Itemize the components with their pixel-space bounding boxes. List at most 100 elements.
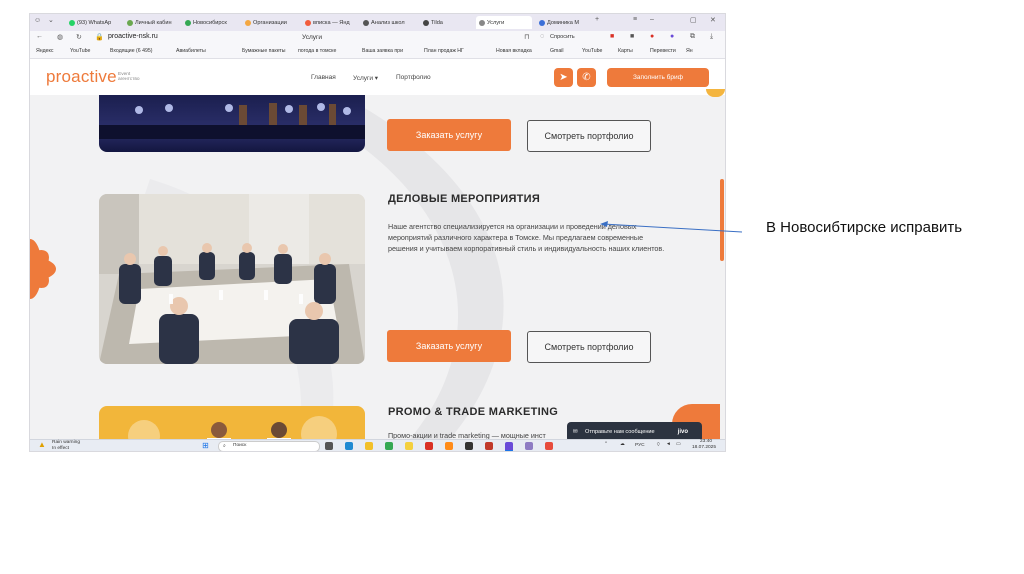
browser-tab[interactable]: вписка — Янд: [302, 16, 356, 29]
order-button-1[interactable]: Заказать услугу: [387, 119, 511, 151]
bookmark-item[interactable]: План продаж НГ: [424, 48, 464, 54]
browser-tab[interactable]: Личный кабин: [124, 16, 178, 29]
back-icon[interactable]: ←: [36, 33, 43, 40]
section-text-business: Наше агентство специализируется на орган…: [388, 222, 665, 253]
windows-start-icon[interactable]: ⊞: [202, 441, 209, 450]
ask-button[interactable]: Спросить: [550, 34, 575, 40]
tab-favicon-icon: [185, 19, 191, 26]
file-explorer-icon[interactable]: [365, 442, 373, 450]
extension-adblock-icon[interactable]: ●: [650, 33, 654, 40]
bookmark-item[interactable]: Входящие (6 495): [110, 48, 152, 54]
address-bar: ← ◍ ↻ 🔒 proactive-nsk.ru Услуги ⊓ ◌ Спро…: [30, 31, 725, 47]
tab-favicon-icon: [305, 19, 311, 26]
bookmark-item[interactable]: погода в томске: [298, 48, 336, 54]
url-field[interactable]: proactive-nsk.ru: [108, 33, 158, 40]
site-header: proactive Event агентство Главная Услуги…: [30, 59, 725, 97]
chrome-icon[interactable]: [385, 442, 393, 450]
annotation-text: В Новосибтирске исправить: [766, 219, 963, 236]
volume-icon[interactable]: ◄: [666, 442, 671, 447]
tab-favicon-icon: [539, 19, 545, 26]
section-title-promo: PROMO & TRADE MARKETING: [388, 406, 559, 418]
app-orange-icon[interactable]: [445, 442, 453, 450]
site-logo[interactable]: proactive: [46, 67, 117, 87]
scroll-indicator[interactable]: [720, 179, 724, 261]
bookmark-item[interactable]: Gmail: [550, 48, 564, 54]
browser-tab[interactable]: Услуги: [476, 16, 532, 29]
nav-services[interactable]: Услуги ▾: [353, 74, 378, 82]
lock-icon: 🔒: [95, 34, 104, 41]
nav-portfolio[interactable]: Портфолио: [396, 74, 431, 81]
app-purple-icon[interactable]: [525, 442, 533, 450]
bookmark-item[interactable]: Авиабилеты: [176, 48, 206, 54]
minimize-icon[interactable]: –: [650, 16, 654, 23]
jivo-chat-widget[interactable]: ✉ Отправьте нам сообщение jivo: [567, 422, 702, 439]
order-button-2[interactable]: Заказать услугу: [387, 330, 511, 362]
business-meeting-photo: [99, 194, 365, 364]
bookmark-icon[interactable]: ⊓: [524, 33, 529, 41]
clock-time[interactable]: 23:40: [700, 439, 712, 444]
extension-red-icon[interactable]: ■: [610, 33, 614, 40]
bookmark-item[interactable]: YouTube: [582, 48, 602, 54]
bookmark-item[interactable]: Новая вкладка: [496, 48, 532, 54]
browser-tab[interactable]: Доминика М: [536, 16, 590, 29]
browser-tab[interactable]: Организации: [242, 16, 298, 29]
tray-chevron-icon[interactable]: ⌃: [604, 442, 608, 447]
nav-home[interactable]: Главная: [311, 74, 336, 81]
app-red-icon[interactable]: [485, 442, 493, 450]
download-icon[interactable]: ⤓: [710, 33, 713, 41]
tab-label: (93) WhatsAp: [77, 19, 112, 26]
portfolio-button-1[interactable]: Смотреть портфолио: [527, 120, 651, 152]
edge-icon[interactable]: [345, 442, 353, 450]
browser-tab[interactable]: Анализ школ: [360, 16, 416, 29]
wifi-icon[interactable]: ⌔: [656, 442, 661, 448]
bookmark-item[interactable]: Ян: [686, 48, 693, 54]
language-indicator[interactable]: РУС: [635, 443, 645, 448]
bookmark-item[interactable]: Бумажные пакеты: [242, 48, 286, 54]
bookmark-item[interactable]: Перевести: [650, 48, 676, 54]
bookmark-item[interactable]: Карты: [618, 48, 633, 54]
reload-icon[interactable]: ↻: [76, 33, 82, 41]
ask-icon[interactable]: ◌: [540, 33, 544, 40]
browser-tab[interactable]: Tilda: [420, 16, 472, 29]
task-view-icon[interactable]: [325, 442, 333, 450]
portfolio-button-2[interactable]: Смотреть портфолио: [527, 331, 651, 363]
promo-photo: [99, 406, 365, 439]
browser-tab[interactable]: (93) WhatsAp: [66, 16, 120, 29]
shield-icon[interactable]: ◍: [57, 33, 63, 41]
telegram-icon[interactable]: ➤: [554, 68, 573, 87]
taskbar-search[interactable]: ⌕ Поиск: [218, 441, 320, 451]
windows-taskbar: ▲ Rain warning In effect ⊞ ⌕ Поиск ⌃ ☁ Р…: [30, 439, 725, 451]
bookmark-item[interactable]: YouTube: [70, 48, 90, 54]
yandex-browser-icon[interactable]: [425, 442, 433, 450]
extension-dark-icon[interactable]: ■: [630, 33, 634, 40]
browser-tab[interactable]: Новосибирск: [182, 16, 238, 29]
tab-favicon-icon: [245, 19, 251, 26]
whatsapp-icon[interactable]: ✆: [577, 68, 596, 87]
bookmark-item[interactable]: Ваша заявка при: [362, 48, 403, 54]
app-active-icon[interactable]: [505, 442, 513, 451]
chat-icon: ✉: [573, 429, 578, 435]
extension-purple-icon[interactable]: ●: [670, 33, 674, 40]
profile-icon[interactable]: ☺: [34, 17, 41, 24]
tab-label: Анализ школ: [371, 19, 405, 26]
yandex-icon[interactable]: [405, 442, 413, 450]
tab-favicon-icon: [127, 19, 133, 26]
page-title: Услуги: [302, 34, 322, 41]
app-dark-icon[interactable]: [465, 442, 473, 450]
tray-cloud-icon[interactable]: ☁: [620, 442, 625, 447]
menu-icon[interactable]: ≡: [633, 16, 637, 23]
logo-subtitle: Event агентство: [118, 72, 140, 82]
tab-favicon-icon: [423, 19, 429, 26]
tab-list-icon[interactable]: ⌄: [48, 16, 54, 24]
weather-title[interactable]: Rain warning: [52, 440, 80, 445]
close-window-icon[interactable]: ✕: [710, 16, 716, 24]
battery-icon[interactable]: ▭: [676, 442, 681, 447]
app-red2-icon[interactable]: [545, 442, 553, 450]
extensions-icon[interactable]: ⧉: [690, 33, 695, 41]
tab-favicon-icon: [69, 19, 75, 26]
search-icon: ⌕: [223, 444, 226, 449]
fill-brief-button[interactable]: Заполнить бриф: [607, 68, 709, 87]
maximize-icon[interactable]: ▢: [690, 16, 697, 24]
new-tab-icon[interactable]: +: [595, 16, 599, 23]
bookmark-item[interactable]: Яндекс: [36, 48, 53, 54]
